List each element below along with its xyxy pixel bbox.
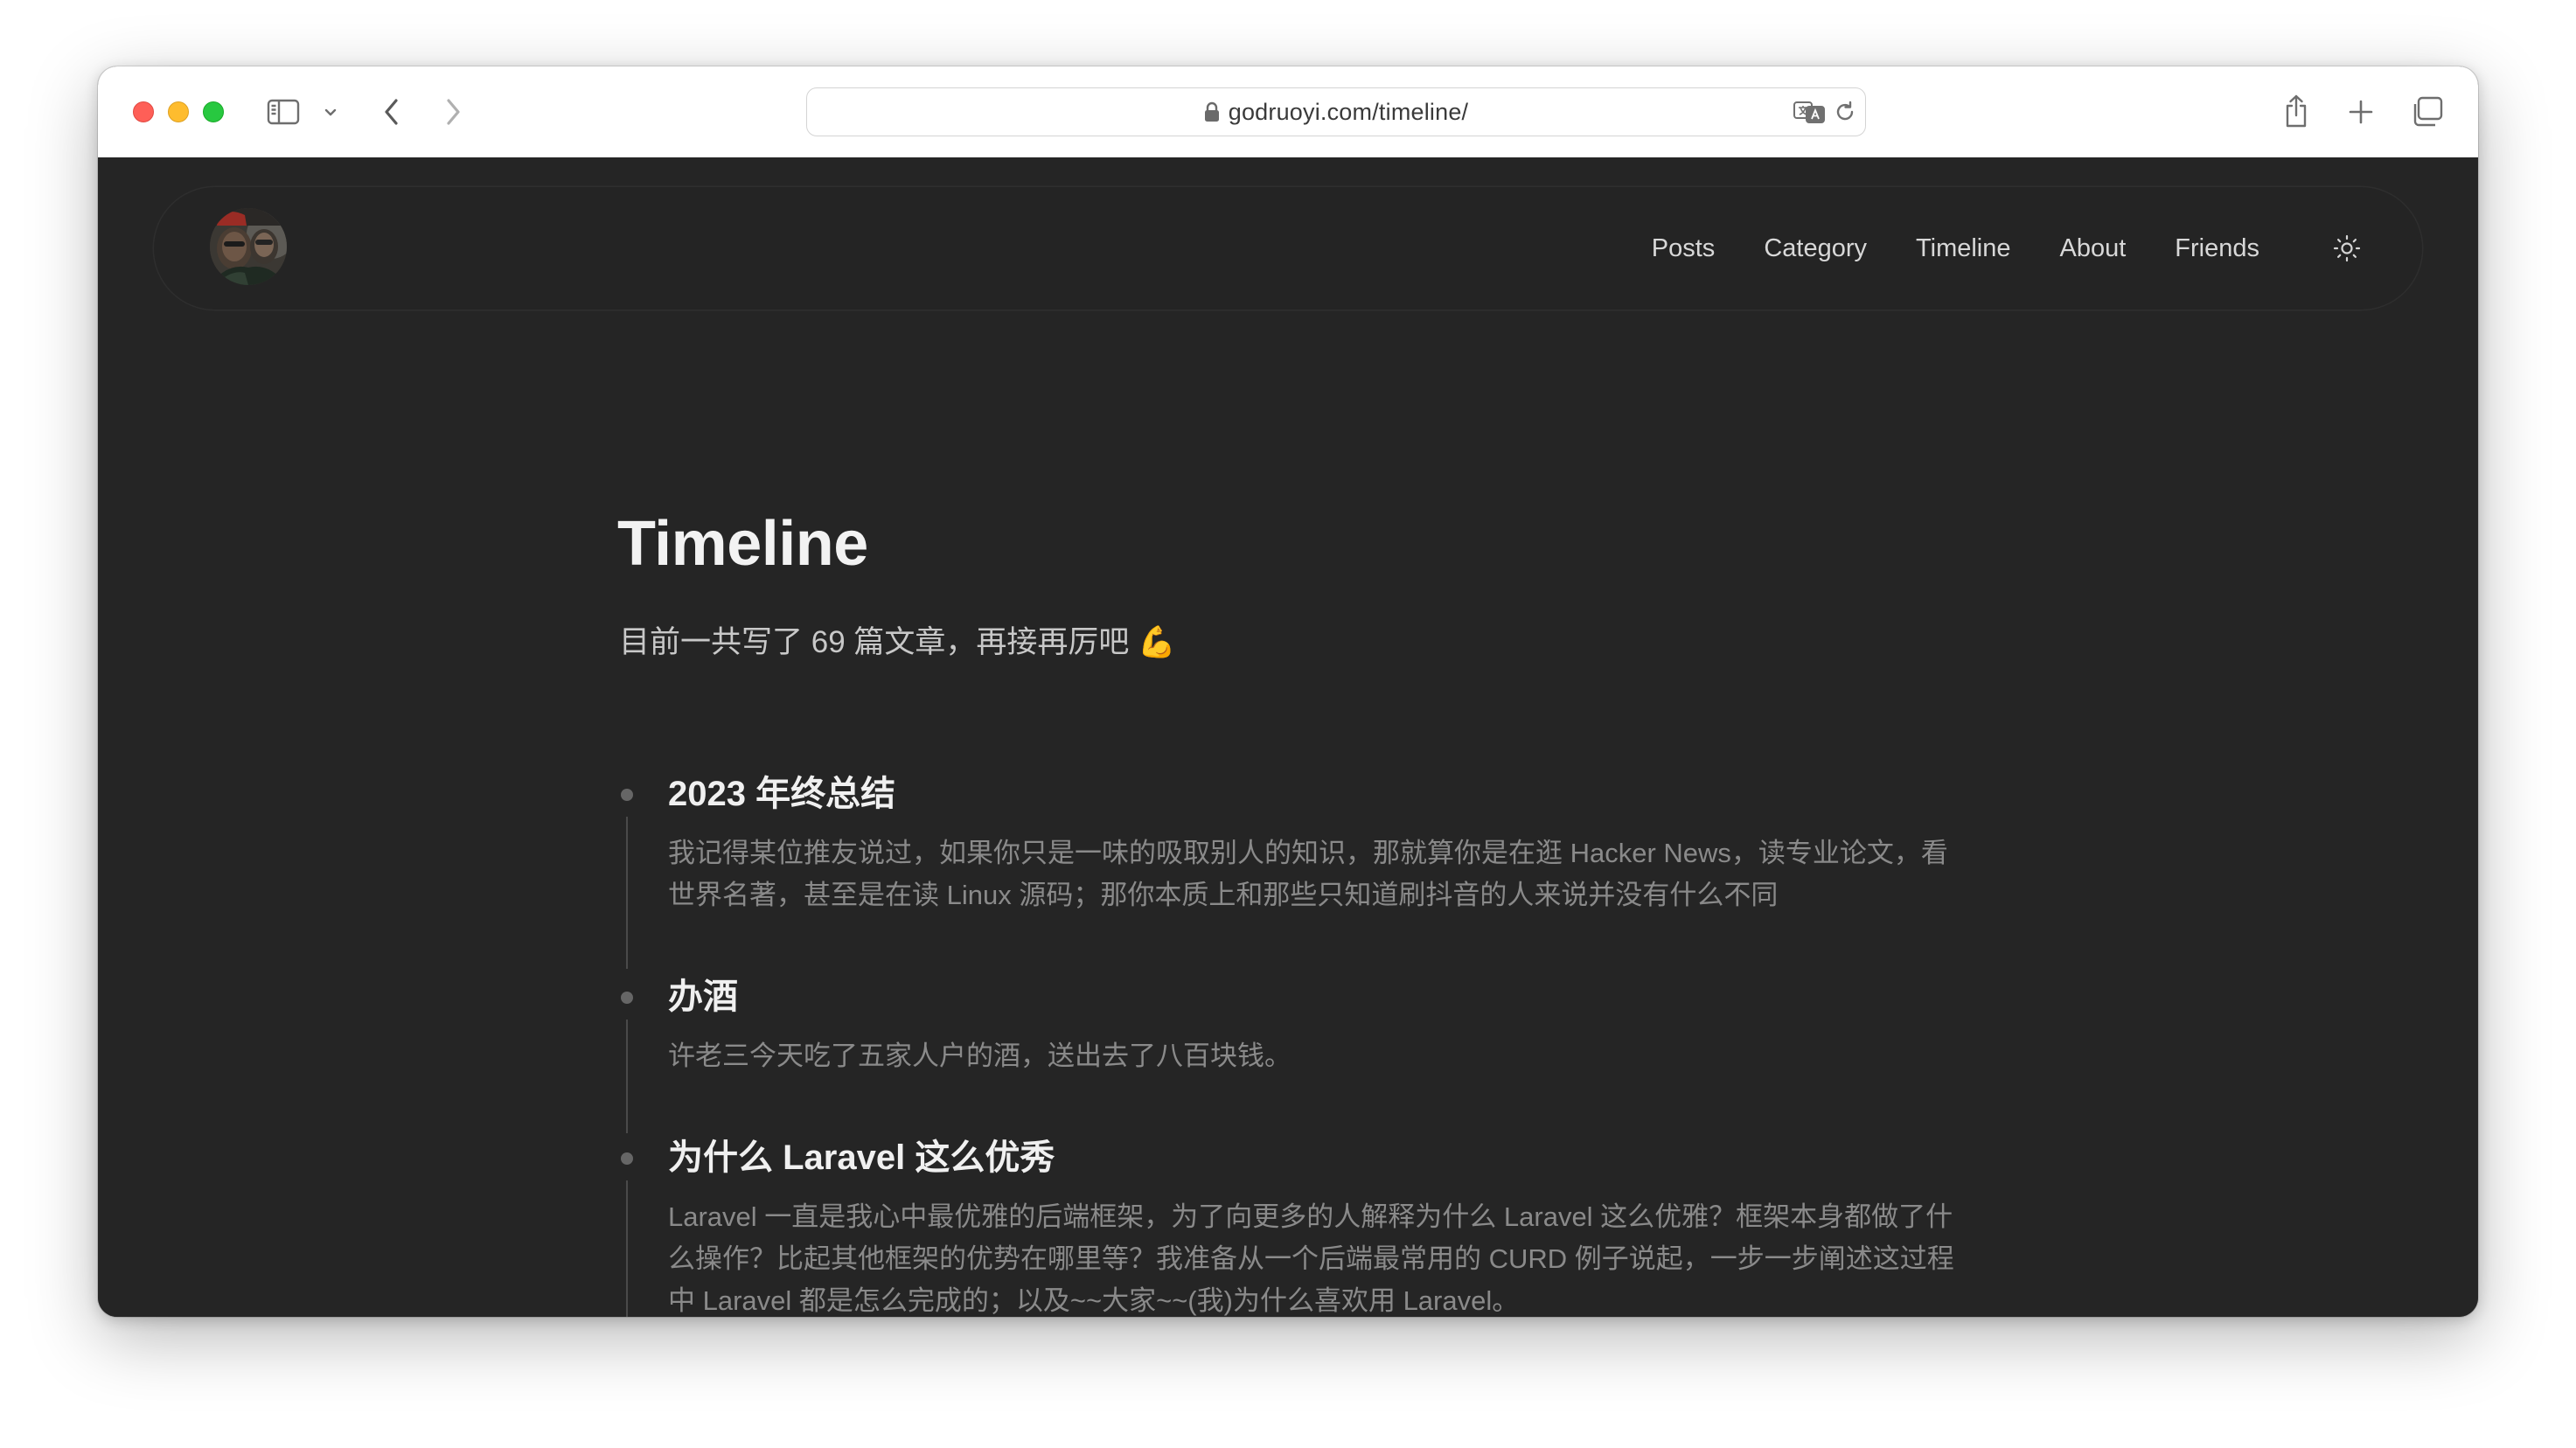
flexed-biceps-emoji: 💪 <box>1138 625 1176 659</box>
timeline-line <box>626 1180 628 1317</box>
timeline-line <box>626 817 628 969</box>
post-title-link[interactable]: 办酒 <box>668 976 738 1018</box>
main-nav: Posts Category Timeline About Friends <box>1652 187 2259 310</box>
post-excerpt: 我记得某位推友说过，如果你只是一味的吸取别人的知识，那就算你是在逛 Hacker… <box>668 838 1948 910</box>
minimize-window-button[interactable] <box>168 101 189 122</box>
lock-icon <box>1204 101 1220 122</box>
post-excerpt: 许老三今天吃了五家人户的酒，送出去了八百块钱。 <box>668 1041 1291 1071</box>
page-title: Timeline <box>617 509 868 579</box>
timeline-dot <box>621 789 633 801</box>
new-tab-icon[interactable] <box>2343 94 2378 129</box>
chevron-down-icon[interactable] <box>322 101 339 122</box>
post-count-text: 目前一共写了 69 篇文章，再接再厉吧 <box>619 625 1130 659</box>
browser-window: godruoyi.com/timeline/ Posts Category Ti… <box>98 66 2478 1317</box>
avatar[interactable] <box>210 208 287 285</box>
sidebar-toggle-icon[interactable] <box>266 96 301 128</box>
timeline-line <box>626 1020 628 1133</box>
tab-overview-icon[interactable] <box>2408 94 2447 129</box>
site-header: Posts Category Timeline About Friends <box>154 187 2422 310</box>
timeline-dot <box>621 992 633 1004</box>
browser-toolbar: godruoyi.com/timeline/ <box>98 66 2478 158</box>
zoom-window-button[interactable] <box>203 101 224 122</box>
timeline-dot <box>621 1152 633 1165</box>
nav-timeline[interactable]: Timeline <box>1916 234 2011 263</box>
forward-arrow-icon[interactable] <box>437 94 469 129</box>
nav-posts[interactable]: Posts <box>1652 234 1716 263</box>
nav-about[interactable]: About <box>2060 234 2127 263</box>
web-page: Posts Category Timeline About Friends Ti… <box>98 157 2478 1317</box>
translate-icon[interactable] <box>1792 99 1827 125</box>
close-window-button[interactable] <box>133 101 154 122</box>
sun-icon <box>2333 234 2361 262</box>
address-bar[interactable]: godruoyi.com/timeline/ <box>806 87 1866 136</box>
reload-icon[interactable] <box>1832 99 1858 125</box>
back-arrow-icon[interactable] <box>376 94 407 129</box>
nav-category[interactable]: Category <box>1764 234 1867 263</box>
theme-toggle-button[interactable] <box>2329 231 2364 266</box>
share-icon[interactable] <box>2279 91 2314 131</box>
post-title-link[interactable]: 为什么 Laravel 这么优秀 <box>668 1137 1055 1179</box>
nav-friends[interactable]: Friends <box>2175 234 2259 263</box>
screenshot-stage: godruoyi.com/timeline/ Posts Category Ti… <box>0 0 2576 1448</box>
post-title-link[interactable]: 2023 年终总结 <box>668 773 895 815</box>
url-text: godruoyi.com/timeline/ <box>1228 98 1469 125</box>
page-subtitle: 目前一共写了 69 篇文章，再接再厉吧 💪 <box>619 624 1176 661</box>
post-excerpt: Laravel 一直是我心中最优雅的后端框架，为了向更多的人解释为什么 Lara… <box>668 1201 1954 1316</box>
